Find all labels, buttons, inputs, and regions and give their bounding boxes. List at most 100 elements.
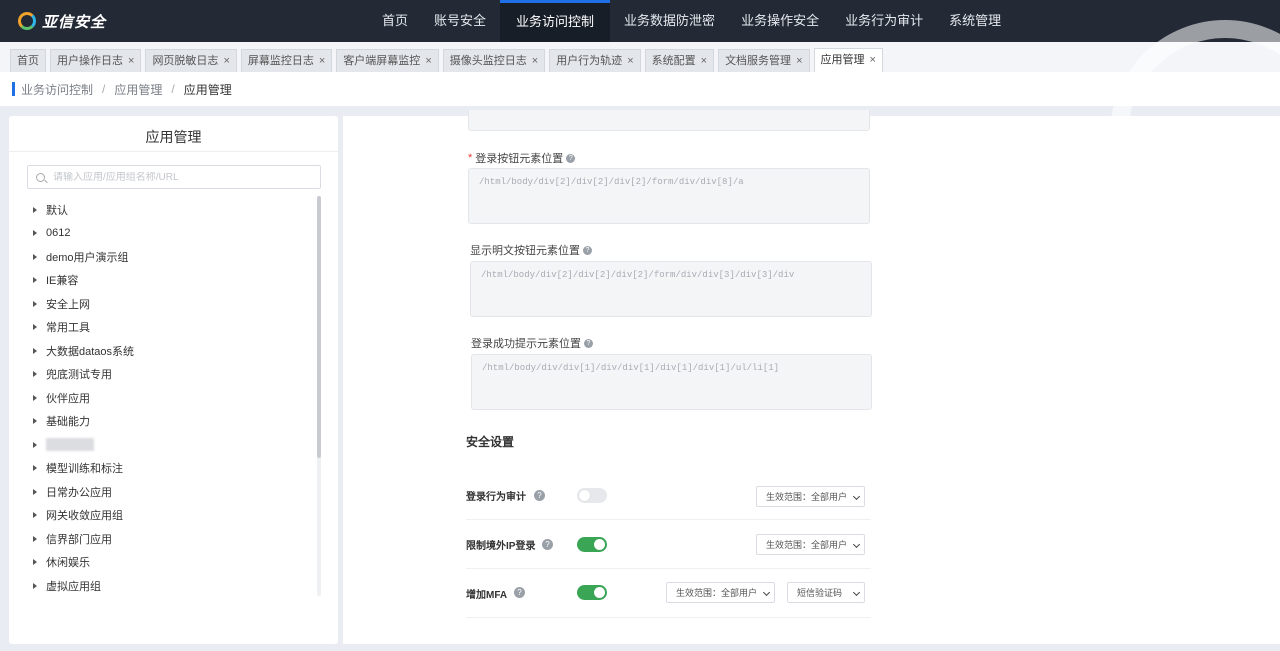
mfa-scope-select[interactable]: 生效范围：全部用户	[666, 582, 775, 603]
app-search[interactable]	[27, 165, 321, 189]
foreign-ip-toggle[interactable]	[577, 537, 607, 552]
tab-camera-monitor-log[interactable]: 摄像头监控日志 ×	[442, 49, 546, 73]
tab-label: 屏幕监控日志	[247, 54, 314, 67]
nav-item-operation-security[interactable]: 业务操作安全	[729, 0, 831, 42]
caret-right-icon[interactable]	[33, 488, 37, 495]
tree-item-label: 休闲娱乐	[46, 557, 90, 570]
close-icon[interactable]: ×	[319, 50, 325, 73]
toggle-knob	[594, 539, 605, 550]
caret-right-icon[interactable]	[33, 512, 37, 519]
login-success-xpath-field[interactable]: /html/body/div/div[1]/div/div[1]/div[1]/…	[471, 354, 872, 410]
redacted-label	[46, 438, 94, 452]
nav-item-behavior-audit[interactable]: 业务行为审计	[833, 0, 935, 42]
search-input[interactable]	[53, 171, 313, 183]
tab-screen-monitor-log[interactable]: 屏幕监控日志 ×	[240, 49, 333, 73]
close-icon[interactable]: ×	[532, 50, 538, 73]
caret-right-icon[interactable]	[33, 300, 37, 307]
caret-right-icon[interactable]	[33, 253, 37, 260]
breadcrumb-level1[interactable]: 业务访问控制	[21, 81, 93, 98]
show-plaintext-xpath-field[interactable]: /html/body/div[2]/div[2]/div[2]/form/div…	[470, 261, 872, 317]
tree-item-label: 常用工具	[46, 322, 90, 335]
tab-label: 摄像头监控日志	[449, 54, 527, 67]
tab-system-config[interactable]: 系统配置 ×	[644, 49, 715, 73]
tree-item-label: demo用户演示组	[46, 251, 129, 264]
caret-right-icon[interactable]	[33, 418, 37, 425]
caret-right-icon[interactable]	[33, 394, 37, 401]
tree-item[interactable]: 安全上网	[33, 292, 313, 316]
close-icon[interactable]: ×	[128, 50, 134, 73]
nav-item-home[interactable]: 首页	[370, 0, 420, 42]
nav-item-system-management[interactable]: 系统管理	[937, 0, 1013, 42]
login-button-xpath-field[interactable]: /html/body/div[2]/div[2]/div[2]/form/div…	[468, 168, 870, 224]
close-icon[interactable]: ×	[796, 50, 802, 73]
brand[interactable]: 亚信安全	[0, 0, 370, 42]
help-icon[interactable]: ?	[542, 539, 553, 550]
tab-home[interactable]: 首页	[10, 49, 46, 72]
tree-item[interactable]: 大数据dataos系统	[33, 339, 313, 363]
mfa-toggle[interactable]	[577, 585, 607, 600]
caret-right-icon[interactable]	[33, 559, 37, 566]
tab-user-operation-log[interactable]: 用户操作日志 ×	[50, 49, 142, 73]
nav-item-access-control[interactable]: 业务访问控制	[500, 0, 611, 42]
nav-item-account-security[interactable]: 账号安全	[422, 0, 498, 42]
help-icon[interactable]: ?	[514, 587, 525, 598]
close-icon[interactable]: ×	[627, 50, 633, 73]
close-icon[interactable]: ×	[701, 50, 707, 73]
tree-item[interactable]: 常用工具	[33, 316, 313, 340]
caret-right-icon[interactable]	[33, 465, 37, 472]
tab-user-behavior-trail[interactable]: 用户行为轨迹 ×	[549, 49, 641, 73]
setting-label: 登录行为审计	[466, 491, 526, 503]
help-icon[interactable]: ?	[583, 245, 592, 255]
tree-item[interactable]: 日常办公应用	[33, 480, 313, 504]
previous-field-input[interactable]	[468, 110, 870, 131]
tree-item-label: IE兼容	[46, 275, 79, 288]
login-audit-scope-select[interactable]: 生效范围：全部用户	[756, 486, 865, 507]
tree-item[interactable]: 基础能力	[33, 410, 313, 434]
help-icon[interactable]: ?	[566, 153, 576, 163]
field-label-text: 显示明文按钮元素位置	[470, 245, 580, 257]
help-icon[interactable]: ?	[534, 490, 545, 501]
top-navbar: 亚信安全 首页 账号安全 业务访问控制 业务数据防泄密 业务操作安全 业务行为审…	[0, 0, 1280, 42]
help-icon[interactable]: ?	[584, 338, 593, 348]
tree-item[interactable]	[33, 433, 313, 457]
setting-label: 限制境外IP登录	[466, 540, 536, 552]
tree-item-label: 信界部门应用	[46, 533, 112, 546]
scrollbar-thumb[interactable]	[317, 196, 321, 458]
tab-document-service[interactable]: 文档服务管理 ×	[718, 49, 810, 73]
nav-item-data-leak-prevention[interactable]: 业务数据防泄密	[612, 0, 727, 42]
caret-right-icon[interactable]	[33, 371, 37, 378]
mfa-method-select[interactable]: 短信验证码	[787, 582, 865, 603]
close-icon[interactable]: ×	[870, 49, 876, 72]
tree-item[interactable]: 模型训练和标注	[33, 457, 313, 481]
caret-right-icon[interactable]	[33, 582, 37, 589]
caret-right-icon[interactable]	[33, 535, 37, 542]
tree-item[interactable]: 伙伴应用	[33, 386, 313, 410]
tab-web-masking-log[interactable]: 网页脱敏日志 ×	[145, 49, 237, 73]
tree-item-label: 默认	[46, 204, 68, 217]
caret-right-icon[interactable]	[33, 441, 37, 448]
caret-right-icon[interactable]	[33, 206, 37, 213]
tree-item[interactable]: 默认	[33, 198, 313, 222]
tree-item[interactable]: 休闲娱乐	[33, 551, 313, 575]
login-audit-toggle[interactable]	[577, 488, 607, 503]
tree-item[interactable]: demo用户演示组	[33, 245, 313, 269]
tree-item[interactable]: IE兼容	[33, 269, 313, 293]
tab-client-screen-monitor[interactable]: 客户端屏幕监控 ×	[336, 49, 439, 73]
search-icon	[36, 172, 45, 182]
tree-item-label: 安全上网	[46, 298, 90, 311]
caret-right-icon[interactable]	[33, 324, 37, 331]
tree-item-label: 0612	[46, 227, 71, 240]
tree-item[interactable]: 网关收敛应用组	[33, 504, 313, 528]
tree-item[interactable]: 信界部门应用	[33, 527, 313, 551]
breadcrumb-level2[interactable]: 应用管理	[114, 81, 162, 98]
tree-item[interactable]: 0612	[33, 222, 313, 246]
close-icon[interactable]: ×	[425, 50, 431, 73]
tab-app-management[interactable]: 应用管理 ×	[813, 48, 883, 72]
foreign-ip-scope-select[interactable]: 生效范围：全部用户	[756, 534, 865, 555]
tree-item[interactable]: 虚拟应用组	[33, 574, 313, 598]
caret-right-icon[interactable]	[33, 347, 37, 354]
close-icon[interactable]: ×	[223, 50, 229, 73]
caret-right-icon[interactable]	[33, 277, 37, 284]
caret-right-icon[interactable]	[33, 230, 37, 237]
tree-item[interactable]: 兜底测试专用	[33, 363, 313, 387]
